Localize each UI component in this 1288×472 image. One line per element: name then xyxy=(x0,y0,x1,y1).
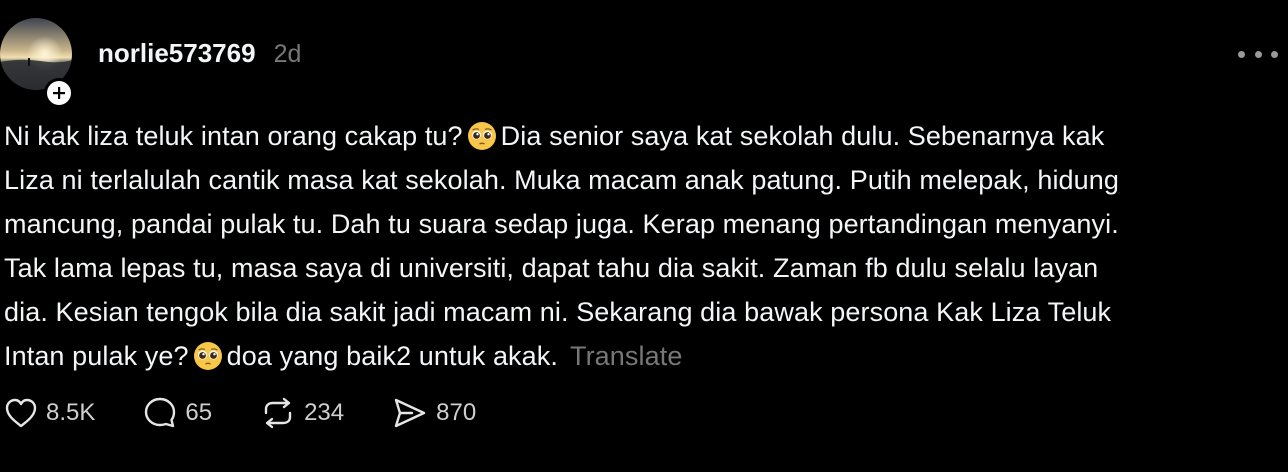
post-text-line: mancung, pandai pulak tu. Dah tu suara s… xyxy=(4,209,1119,239)
send-icon xyxy=(394,398,426,428)
reply-count: 65 xyxy=(185,399,213,426)
post-body: Ni kak liza teluk intan orang cakap tu? D… xyxy=(4,114,1274,378)
share-button[interactable]: 870 xyxy=(392,396,476,430)
post-header: norlie573769 2d xyxy=(98,38,301,69)
more-options-button[interactable] xyxy=(1238,44,1278,64)
post-text-segment: Ni kak liza teluk intan orang cakap tu? xyxy=(4,121,463,151)
repost-button[interactable]: 234 xyxy=(260,396,344,430)
more-horizontal-icon xyxy=(1238,50,1245,58)
post-text-segment: Intan pulak ye? xyxy=(4,341,189,371)
more-dot xyxy=(1254,50,1262,58)
author-avatar-container[interactable] xyxy=(0,18,76,108)
pleading-face-emoji-icon xyxy=(467,122,496,150)
heart-icon xyxy=(5,398,37,428)
post-text-segment: doa yang baik2 untuk akak. xyxy=(226,341,558,371)
like-button[interactable]: 8.5K xyxy=(4,397,95,429)
post-text-line: Liza ni terlalulah cantik masa kat sekol… xyxy=(4,165,1120,195)
thread-post: norlie573769 2d Ni kak liza teluk intan … xyxy=(0,0,1288,472)
pleading-face-emoji-icon xyxy=(193,342,222,370)
like-count: 8.5K xyxy=(46,399,96,426)
plus-icon xyxy=(53,87,65,99)
username-link[interactable]: norlie573769 xyxy=(98,38,256,69)
reply-button[interactable]: 65 xyxy=(143,396,212,430)
post-text-line: Tak lama lepas tu, masa saya di universi… xyxy=(4,253,1099,283)
post-text-line: dia. Kesian tengok bila dia sakit jadi m… xyxy=(4,297,1112,327)
follow-button[interactable] xyxy=(44,78,74,108)
post-text-line: Intan pulak ye? doa yang baik2 untuk akak… xyxy=(4,334,1274,378)
share-count: 870 xyxy=(436,399,477,426)
repost-icon xyxy=(264,397,292,429)
post-actions: 8.5K 65 234 870 xyxy=(4,396,524,430)
comment-bubble-icon xyxy=(145,397,176,428)
post-timestamp[interactable]: 2d xyxy=(274,40,302,69)
post-text-line: Ni kak liza teluk intan orang cakap tu? D… xyxy=(4,114,1274,158)
post-text-segment: Dia senior saya kat sekolah dulu. Sebena… xyxy=(500,121,1105,151)
more-dot xyxy=(1271,50,1278,58)
translate-link[interactable]: Translate xyxy=(570,341,682,371)
repost-count: 234 xyxy=(304,399,345,426)
